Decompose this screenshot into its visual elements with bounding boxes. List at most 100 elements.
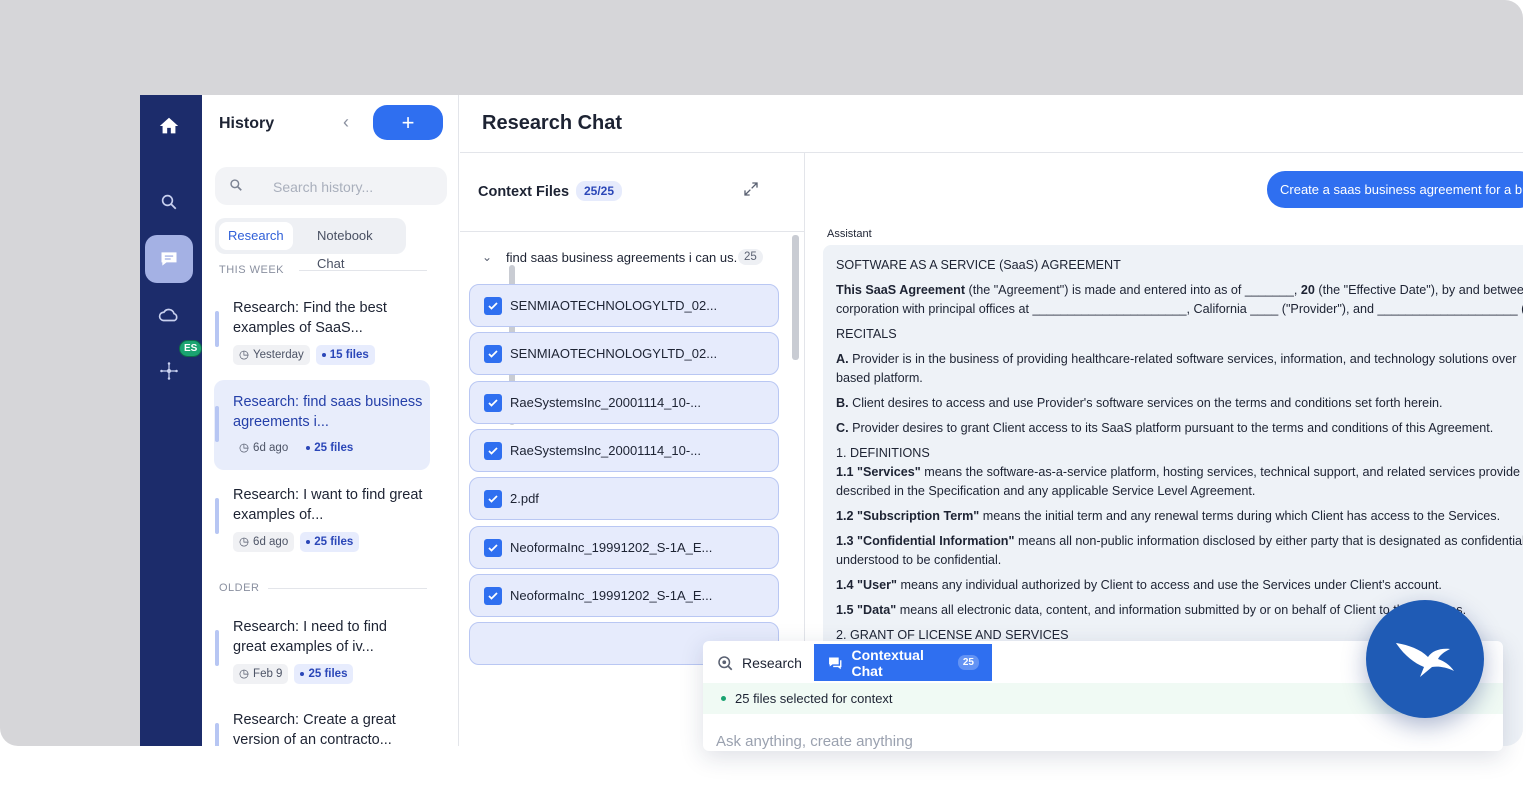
doc-def-1-2: 1.2 "Subscription Term" means the initia… — [836, 507, 1523, 526]
assistant-logo-button[interactable] — [1366, 600, 1484, 718]
context-file-item[interactable]: 2.pdf — [469, 477, 779, 520]
divider — [460, 231, 805, 232]
doc-def-1-3-2: understood to be confidential. — [836, 553, 1002, 567]
doc-def-1-4: 1.4 "User" means any individual authoriz… — [836, 576, 1523, 595]
chevron-down-icon: ⌄ — [482, 250, 493, 264]
doc-text: means the initial term and any renewal t… — [979, 509, 1501, 523]
history-item-title: Research: find saas business agreements … — [233, 394, 423, 430]
files-chip: 25 files — [294, 664, 354, 684]
time-label: Yesterday — [253, 349, 304, 361]
history-item[interactable]: Research: I need to find great examples … — [214, 610, 430, 688]
doc-bold: C. — [836, 421, 849, 435]
doc-def-1-1-2: described in the Specification and any a… — [836, 484, 1256, 498]
doc-def-1-1: 1.1 "Services" means the software-as-a-s… — [836, 463, 1523, 482]
checkbox-checked-icon[interactable] — [484, 345, 502, 363]
files-label: 25 files — [314, 442, 354, 454]
home-icon[interactable] — [145, 102, 193, 150]
checkbox-checked-icon[interactable] — [484, 394, 502, 412]
chat-icon — [829, 657, 842, 669]
composer-tab-contextual-chat[interactable]: Contextual Chat 25 — [814, 644, 992, 681]
context-files-title: Context Files — [478, 184, 570, 200]
collapse-chevron-icon[interactable]: ‹ — [343, 112, 349, 133]
item-accent-bar — [215, 723, 219, 746]
doc-intro-line2: corporation with principal offices at __… — [836, 302, 1523, 316]
chat-input[interactable]: Ask anything, create anything — [716, 733, 913, 750]
doc-text: Provider desires to grant Client access … — [848, 421, 1494, 435]
history-item[interactable]: Research: Create a great version of an c… — [214, 703, 430, 746]
divider — [299, 270, 427, 271]
chat-icon[interactable] — [145, 235, 193, 283]
divider — [268, 588, 427, 589]
doc-intro: This SaaS Agreement (the "Agreement") is… — [836, 281, 1523, 300]
left-rail: ES — [140, 95, 203, 746]
status-dot-icon — [721, 696, 726, 701]
expand-icon[interactable] — [743, 181, 759, 202]
search-icon[interactable] — [145, 178, 193, 226]
research-icon — [718, 655, 733, 670]
history-item-selected[interactable]: Research: find saas business agreements … — [214, 380, 430, 470]
context-files-scrollbar[interactable] — [792, 235, 799, 360]
doc-text: means the software-as-a-service platform… — [920, 465, 1520, 479]
checkbox-checked-icon[interactable] — [484, 297, 502, 315]
context-file-item[interactable]: SENMIAOTECHNOLOGYLTD_02... — [469, 284, 779, 327]
history-search-input[interactable]: Search history... — [215, 167, 447, 205]
file-name: SENMIAOTECHNOLOGYLTD_02... — [510, 346, 718, 361]
history-item-title: Research: I need to find great examples … — [233, 619, 387, 655]
doc-definitions: 1. DEFINITIONS — [836, 446, 930, 460]
context-file-item[interactable]: RaeSystemsInc_20001114_10-... — [469, 429, 779, 472]
file-name: NeoformaInc_19991202_S-1A_E... — [510, 588, 713, 603]
files-label: 25 files — [308, 668, 348, 680]
time-label: Feb 9 — [253, 668, 283, 680]
history-item-title: Research: I want to find great examples … — [233, 487, 423, 523]
page-title: Research Chat — [482, 112, 623, 134]
bird-logo-icon — [1396, 643, 1454, 677]
context-file-item[interactable]: NeoformaInc_19991202_S-1A_E... — [469, 526, 779, 569]
checkbox-checked-icon[interactable] — [484, 587, 502, 605]
tab-research[interactable]: Research — [219, 222, 293, 250]
checkbox-checked-icon[interactable] — [484, 442, 502, 460]
history-tabs: Research Notebook Chat — [215, 218, 406, 271]
context-file-item[interactable]: NeoformaInc_19991202_S-1A_E... — [469, 574, 779, 617]
history-item[interactable]: Research: Find the best examples of SaaS… — [214, 291, 430, 369]
doc-bold: This SaaS Agreement — [836, 283, 966, 297]
context-status-text: 25 files selected for context — [735, 691, 893, 706]
assistant-label: Assistant — [827, 228, 872, 240]
file-name: NeoformaInc_19991202_S-1A_E... — [510, 540, 713, 555]
time-label: 6d ago — [253, 442, 289, 454]
history-item-meta: ◷ Feb 9 25 files — [233, 664, 354, 684]
time-chip: ◷ Feb 9 — [233, 664, 289, 684]
doc-bold: 1.4 "User" — [836, 578, 897, 592]
history-item-title: Research: Create a great version of an c… — [233, 712, 396, 746]
doc-recital-a: A. Provider is in the business of provid… — [836, 350, 1523, 369]
history-item-meta: ◷ Yesterday 15 files — [233, 345, 375, 365]
screenshot-backdrop: ES History ‹ + Search history... Researc… — [0, 0, 1523, 746]
assistant-document: SOFTWARE AS A SERVICE (SaaS) AGREEMENT T… — [836, 256, 1523, 651]
composer-tab-research[interactable]: Research — [703, 644, 815, 681]
item-accent-bar — [215, 311, 219, 347]
history-item-meta: ◷ 6d ago 25 files — [233, 532, 360, 552]
doc-bold: 20 — [1300, 283, 1315, 297]
user-message-bubble: Create a saas business agreement for a b… — [1267, 171, 1523, 208]
file-name: 2.pdf — [510, 491, 539, 506]
checkbox-checked-icon[interactable] — [484, 490, 502, 508]
history-item-title: Research: Find the best examples of SaaS… — [233, 300, 387, 336]
doc-text: means any individual authorized by Clien… — [896, 578, 1442, 592]
doc-recital-a-2: based platform. — [836, 371, 923, 385]
doc-recitals: RECITALS — [836, 327, 897, 341]
context-file-item[interactable]: RaeSystemsInc_20001114_10-... — [469, 381, 779, 424]
new-chat-button[interactable]: + — [373, 105, 443, 140]
item-accent-bar — [215, 406, 219, 442]
files-chip: 15 files — [315, 345, 375, 365]
files-chip: 25 files — [300, 438, 359, 458]
item-accent-bar — [215, 498, 219, 534]
file-group-header[interactable]: ⌄ find saas business agreements i can us… — [482, 249, 772, 265]
file-group-count: 25 — [738, 249, 763, 265]
time-chip: ◷ 6d ago — [233, 532, 295, 552]
tab-notebook-chat[interactable]: Notebook Chat — [308, 222, 406, 271]
history-item[interactable]: Research: I want to find great examples … — [214, 478, 430, 556]
context-file-item[interactable]: SENMIAOTECHNOLOGYLTD_02... — [469, 332, 779, 375]
cloud-icon[interactable] — [145, 291, 193, 339]
doc-bold: 1.2 "Subscription Term" — [836, 509, 980, 523]
context-files-count-badge: 25/25 — [576, 181, 623, 201]
checkbox-checked-icon[interactable] — [484, 539, 502, 557]
